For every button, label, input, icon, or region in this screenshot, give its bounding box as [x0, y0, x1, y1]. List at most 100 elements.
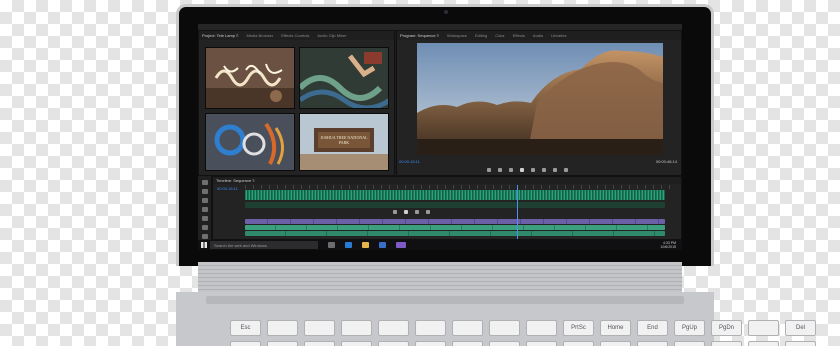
- key-row2[interactable]: [341, 341, 372, 346]
- key-f7[interactable]: [489, 320, 520, 336]
- program-timecode: 00:00:18:11: [399, 159, 420, 164]
- store-icon[interactable]: [379, 242, 386, 248]
- start-button[interactable]: [198, 240, 210, 250]
- timeline-step-back-button[interactable]: [393, 210, 397, 214]
- mark-in-button[interactable]: [487, 168, 491, 172]
- key-end[interactable]: End: [637, 320, 668, 336]
- overwrite-button[interactable]: [553, 168, 557, 172]
- tab-media-browser[interactable]: Media Browser: [247, 33, 274, 38]
- tab-timeline-sequence[interactable]: Timeline: Sequence ≡: [216, 178, 255, 183]
- laptop-display: Project: Tele Lamp ≡ Media Browser Effec…: [198, 24, 682, 250]
- key-row2[interactable]: [267, 341, 298, 346]
- edge-browser-icon[interactable]: [345, 242, 352, 248]
- mark-out-button[interactable]: [498, 168, 502, 172]
- tab-audio-clip-mixer[interactable]: Audio Clip Mixer: [317, 33, 346, 38]
- audio-track-a2[interactable]: [245, 231, 665, 236]
- program-duration: 00:00:46:14: [655, 159, 677, 164]
- razor-tool-icon[interactable]: [201, 207, 208, 212]
- tab-effects[interactable]: Effects: [513, 33, 525, 38]
- program-monitor-panel: Program: Sequence ≡ Workspace Editing Co…: [396, 30, 682, 176]
- tab-workspace[interactable]: Workspace: [447, 33, 467, 38]
- pen-tool-icon[interactable]: [201, 225, 208, 230]
- program-monitor-video[interactable]: [417, 43, 663, 155]
- track-select-tool-icon[interactable]: [201, 189, 208, 194]
- key-fn-lock[interactable]: [748, 320, 779, 336]
- tools-panel: [198, 176, 212, 240]
- key-f5[interactable]: [415, 320, 446, 336]
- audio-waveform-track-1[interactable]: [245, 190, 665, 200]
- key-row2[interactable]: [415, 341, 446, 346]
- key-row2[interactable]: [489, 341, 520, 346]
- clip-thumbnail-climbing-gear[interactable]: [205, 113, 295, 171]
- cactus-sign-image: [206, 48, 294, 108]
- tab-libraries[interactable]: Libraries: [551, 33, 566, 38]
- timeline-timecode: 00:00:18:11: [217, 186, 238, 191]
- key-row2[interactable]: [600, 341, 631, 346]
- hand-tool-icon[interactable]: [201, 234, 208, 239]
- taskbar-search-box[interactable]: Search the web and Windows: [210, 241, 318, 249]
- key-f1[interactable]: [267, 320, 298, 336]
- key-row2[interactable]: [452, 341, 483, 346]
- key-row2[interactable]: [230, 341, 261, 346]
- selection-tool-icon[interactable]: [201, 180, 208, 185]
- insert-button[interactable]: [542, 168, 546, 172]
- key-f8[interactable]: [526, 320, 557, 336]
- timeline-ruler[interactable]: [245, 185, 675, 189]
- task-view-icon[interactable]: [328, 242, 335, 248]
- step-back-button[interactable]: [509, 168, 513, 172]
- play-button[interactable]: [520, 168, 524, 172]
- clip-thumbnail-ropes[interactable]: [299, 47, 389, 109]
- timeline-panel: Timeline: Sequence ≡ 00:00:18:11: [212, 176, 682, 240]
- key-row2[interactable]: [637, 341, 668, 346]
- slip-tool-icon[interactable]: [201, 216, 208, 221]
- key-esc[interactable]: Esc: [230, 320, 261, 336]
- key-row2[interactable]: [674, 341, 705, 346]
- key-pgdn[interactable]: PgDn: [711, 320, 742, 336]
- audio-track-1-lower[interactable]: [245, 202, 665, 208]
- number-key-row: [230, 341, 816, 346]
- taskbar-date: 10/6/2015: [660, 245, 676, 249]
- webcam: [444, 10, 448, 14]
- clip-thumbnail-park-sign[interactable]: JOSHUA TREE NATIONAL PARK: [299, 113, 389, 171]
- tab-editing[interactable]: Editing: [475, 33, 487, 38]
- key-row2[interactable]: [563, 341, 594, 346]
- video-track-v1[interactable]: [245, 219, 665, 224]
- key-row2[interactable]: [748, 341, 779, 346]
- key-row2[interactable]: [304, 341, 335, 346]
- key-row2[interactable]: [711, 341, 742, 346]
- tab-project[interactable]: Project: Tele Lamp ≡: [202, 33, 239, 38]
- ripple-edit-tool-icon[interactable]: [201, 198, 208, 203]
- timeline-playhead[interactable]: [517, 185, 518, 239]
- laptop-hinge: [198, 262, 682, 292]
- step-forward-button[interactable]: [531, 168, 535, 172]
- timeline-loop-button[interactable]: [426, 210, 430, 214]
- taskbar-clock[interactable]: 4:33 PM 10/6/2015: [660, 241, 676, 249]
- key-row2[interactable]: [526, 341, 557, 346]
- key-prtsc[interactable]: PrtSc: [563, 320, 594, 336]
- clip-thumbnail-cactus[interactable]: [205, 47, 295, 109]
- key-row2[interactable]: [785, 341, 816, 346]
- timeline-transport-controls: [393, 210, 430, 214]
- ropes-image: [300, 48, 388, 108]
- tab-effects-controls[interactable]: Effects Controls: [281, 33, 309, 38]
- key-f4[interactable]: [378, 320, 409, 336]
- key-row2[interactable]: [378, 341, 409, 346]
- windows-logo-icon: [201, 242, 207, 248]
- export-frame-button[interactable]: [564, 168, 568, 172]
- key-pgup[interactable]: PgUp: [674, 320, 705, 336]
- tab-color[interactable]: Color: [495, 33, 505, 38]
- key-f2[interactable]: [304, 320, 335, 336]
- audio-track-a1[interactable]: [245, 225, 665, 230]
- premiere-pro-taskbar-icon[interactable]: [396, 242, 406, 248]
- key-home[interactable]: Home: [600, 320, 631, 336]
- timeline-step-forward-button[interactable]: [415, 210, 419, 214]
- key-f3[interactable]: [341, 320, 372, 336]
- tab-audio[interactable]: Audio: [533, 33, 543, 38]
- desert-rocks-frame: [417, 43, 663, 155]
- park-sign-caption: JOSHUA TREE NATIONAL PARK: [320, 135, 368, 145]
- file-explorer-icon[interactable]: [362, 242, 369, 248]
- key-del[interactable]: Del: [785, 320, 816, 336]
- timeline-play-button[interactable]: [404, 210, 408, 214]
- tab-program[interactable]: Program: Sequence ≡: [400, 33, 439, 38]
- key-f6[interactable]: [452, 320, 483, 336]
